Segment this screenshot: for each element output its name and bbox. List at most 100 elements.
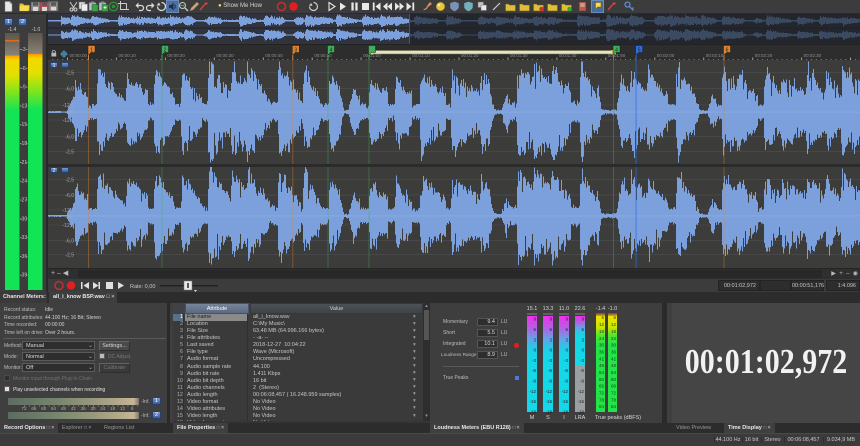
svg-text:-12,0: -12,0 (63, 223, 75, 229)
svg-text:66: 66 (599, 384, 605, 389)
svg-text:2: 2 (164, 48, 167, 54)
svg-text:3: 3 (294, 48, 297, 54)
svg-text:I: I (563, 415, 565, 421)
svg-text:-Inf.: -Inf. (65, 214, 74, 220)
svg-text:-12,0: -12,0 (63, 118, 75, 124)
svg-text:00:01:20: 00:01:20 (461, 53, 479, 58)
svg-text:4: 4 (330, 48, 333, 54)
svg-text:00:00:30: 00:00:30 (216, 53, 234, 58)
svg-text:-15: -15 (577, 399, 584, 404)
svg-text:00:02:30: 00:02:30 (804, 53, 822, 58)
svg-text:M: M (530, 415, 535, 421)
svg-text:-9: -9 (564, 379, 568, 384)
svg-text:00:02:10: 00:02:10 (706, 53, 724, 58)
svg-text:84: 84 (611, 404, 617, 409)
svg-text:-12: -12 (561, 389, 568, 394)
svg-text:-15: -15 (545, 399, 552, 404)
svg-text:00:01:30: 00:01:30 (510, 53, 528, 58)
svg-text:-2,5: -2,5 (65, 178, 74, 184)
svg-text:78: 78 (611, 397, 617, 402)
svg-text:-3: -3 (532, 358, 536, 363)
svg-text:-6,0: -6,0 (65, 239, 74, 245)
svg-text:12: 12 (611, 322, 617, 327)
svg-text:00:02:20: 00:02:20 (755, 53, 773, 58)
svg-text:-12,0: -12,0 (63, 103, 75, 109)
svg-text:-1.4: -1.4 (596, 306, 605, 312)
svg-text:-15: -15 (529, 399, 536, 404)
svg-text:-6: -6 (548, 368, 552, 373)
svg-text:-9: -9 (532, 379, 536, 384)
svg-text:6: 6 (726, 48, 729, 54)
svg-text:-6,0: -6,0 (65, 193, 74, 199)
svg-text:-3: -3 (21, 47, 26, 53)
svg-text:-6: -6 (21, 66, 26, 72)
svg-text:4: 4 (615, 48, 618, 54)
svg-text:LRA: LRA (575, 415, 586, 421)
svg-text:18: 18 (611, 329, 617, 334)
svg-text:30: 30 (611, 343, 617, 348)
svg-text:36: 36 (599, 350, 605, 355)
svg-text:-6: -6 (580, 368, 584, 373)
svg-text:00:00:10: 00:00:10 (118, 53, 136, 58)
svg-text:-3: -3 (580, 358, 584, 363)
svg-text:-18: -18 (529, 409, 536, 414)
svg-text:00:01:40: 00:01:40 (559, 53, 577, 58)
svg-text:00:02:00: 00:02:00 (657, 53, 675, 58)
svg-text:-9: -9 (21, 85, 26, 91)
svg-text:72: 72 (599, 391, 605, 396)
svg-text:66: 66 (611, 384, 617, 389)
svg-text:-2,5: -2,5 (65, 150, 74, 156)
svg-text:30: 30 (599, 343, 605, 348)
svg-text:1: 1 (90, 48, 93, 54)
svg-text:48: 48 (599, 363, 605, 368)
svg-text:72: 72 (611, 391, 617, 396)
svg-text:00:01:50: 00:01:50 (608, 53, 626, 58)
svg-text:11.0: 11.0 (559, 306, 569, 312)
svg-text:24: 24 (611, 336, 617, 341)
svg-text:-12: -12 (529, 389, 536, 394)
svg-text:12: 12 (599, 322, 605, 327)
svg-text:-18: -18 (545, 409, 552, 414)
svg-text:18: 18 (599, 329, 605, 334)
svg-text:54: 54 (599, 370, 605, 375)
svg-text:S: S (546, 415, 550, 421)
svg-text:-6,0: -6,0 (65, 87, 74, 93)
svg-text:54: 54 (611, 370, 617, 375)
svg-text:-Inf.: -Inf. (65, 110, 74, 116)
svg-text:00:00:20: 00:00:20 (167, 53, 185, 58)
svg-text:13.3: 13.3 (543, 306, 554, 312)
svg-text:-15: -15 (561, 399, 568, 404)
svg-text:36: 36 (611, 350, 617, 355)
svg-text:00:01:00: 00:01:00 (363, 53, 381, 58)
svg-text:84: 84 (599, 404, 605, 409)
svg-text:48: 48 (611, 363, 617, 368)
svg-text:-6: -6 (564, 368, 568, 373)
svg-text:-2,5: -2,5 (65, 253, 74, 259)
svg-text:-9: -9 (548, 379, 552, 384)
svg-text:Rate: 0,00: Rate: 0,00 (130, 284, 155, 290)
svg-text:24: 24 (599, 336, 605, 341)
svg-text:00:01:10: 00:01:10 (412, 53, 430, 58)
svg-text:-3: -3 (564, 358, 568, 363)
svg-text:-18: -18 (561, 409, 568, 414)
svg-text:-12,0: -12,0 (63, 208, 75, 214)
svg-text:00:00:40: 00:00:40 (265, 53, 283, 58)
svg-text:42: 42 (599, 356, 605, 361)
svg-text:-6: -6 (532, 368, 536, 373)
svg-text:-12: -12 (577, 389, 584, 394)
svg-text:5: 5 (638, 48, 641, 54)
svg-text:-9: -9 (580, 379, 584, 384)
svg-text:True peaks (dBFS): True peaks (dBFS) (595, 415, 641, 421)
svg-text:78: 78 (599, 397, 605, 402)
svg-text:42: 42 (611, 356, 617, 361)
svg-text:60: 60 (611, 377, 617, 382)
svg-text:60: 60 (599, 377, 605, 382)
svg-text:15.1: 15.1 (527, 306, 538, 312)
svg-text:-2,5: -2,5 (65, 71, 74, 77)
svg-text:-12: -12 (545, 389, 552, 394)
svg-text:-6,0: -6,0 (65, 135, 74, 141)
svg-text:-3: -3 (548, 358, 552, 363)
svg-text:-1.0: -1.0 (608, 306, 617, 312)
svg-text:00:00:00: 00:00:00 (70, 53, 88, 58)
svg-text:22.6: 22.6 (575, 306, 586, 312)
